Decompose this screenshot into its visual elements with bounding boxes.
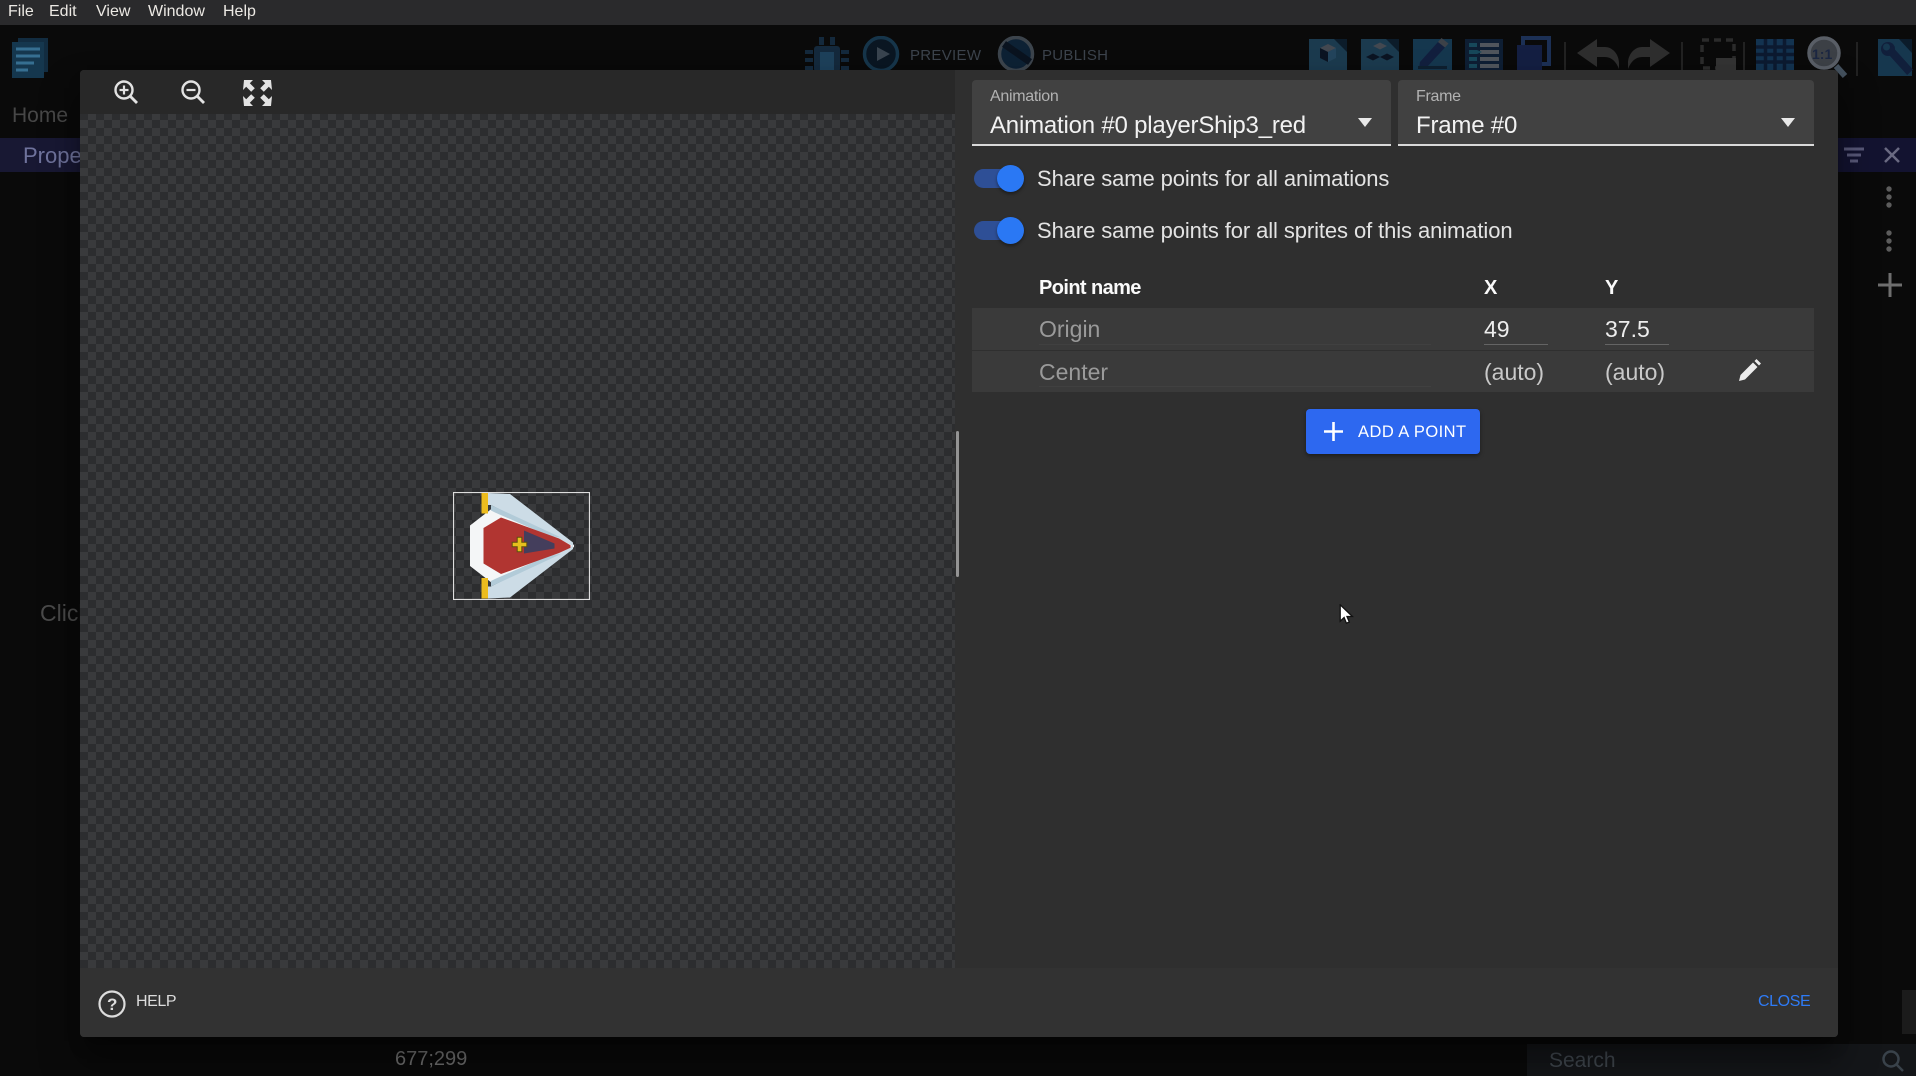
svg-text:?: ? <box>107 995 117 1014</box>
svg-text:PREVIEW: PREVIEW <box>910 47 982 64</box>
svg-text:1:1: 1:1 <box>1812 46 1832 62</box>
svg-text:PUBLISH: PUBLISH <box>1042 47 1108 64</box>
